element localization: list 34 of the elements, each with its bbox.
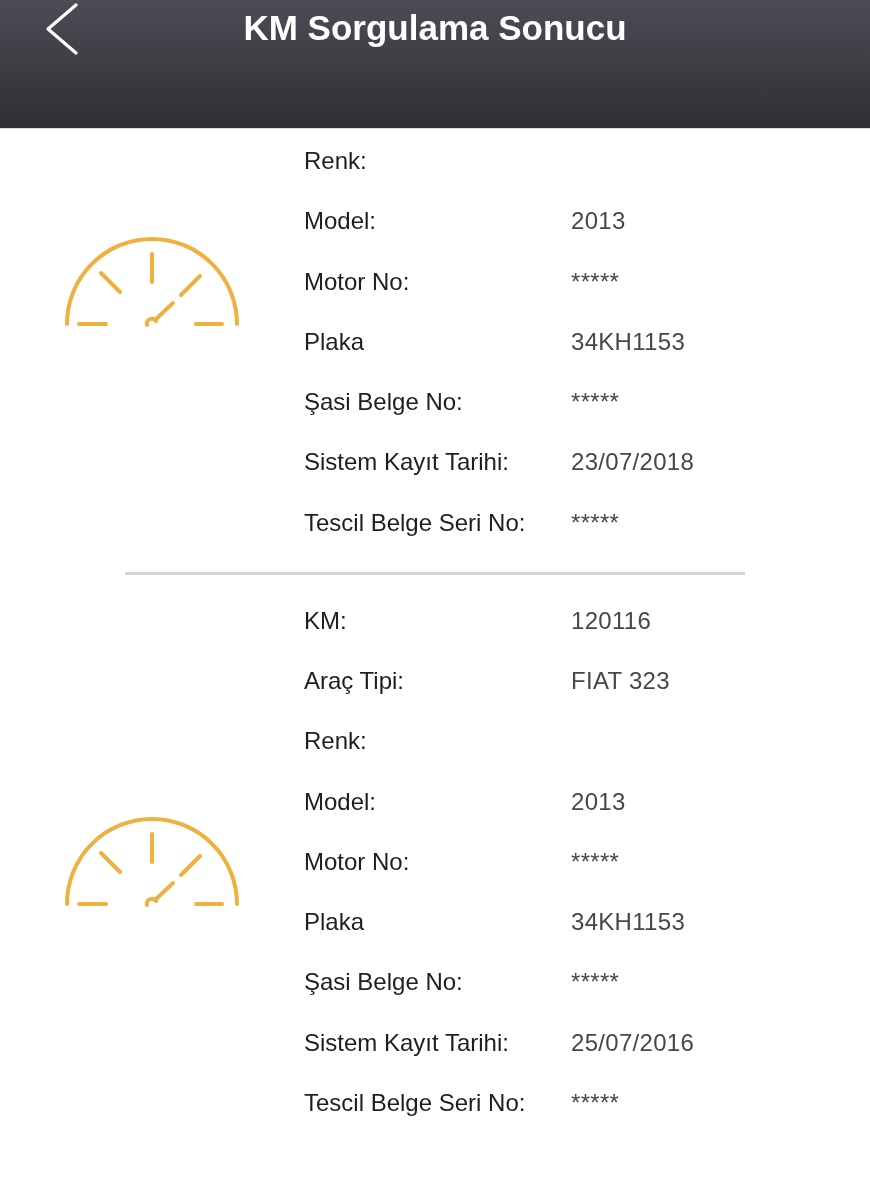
field-value: 34KH1153 [571, 908, 686, 937]
field-label: Motor No: [304, 847, 410, 876]
field-label: Sistem Kayıt Tarihi: [304, 448, 509, 477]
field-label: Araç Tipi: [304, 667, 405, 696]
field-label: Renk: [304, 147, 367, 176]
field-label: KM: [304, 606, 347, 635]
field-value: FIAT 323 [571, 667, 670, 696]
field-label: Şasi Belge No: [304, 968, 463, 997]
field-label: Tescil Belge Seri No: [304, 1088, 526, 1117]
field-label: Plaka [304, 908, 365, 937]
field-value: 25/07/2016 [571, 1028, 695, 1057]
field-label: Sistem Kayıt Tarihi: [304, 1028, 509, 1057]
field-value: 2013 [571, 207, 626, 236]
field-value: ***** [571, 267, 620, 296]
speedometer-icon [64, 236, 240, 328]
field-value: 120116 [571, 606, 652, 635]
field-label: Renk: [304, 727, 367, 756]
field-label: Plaka [304, 327, 365, 356]
field-value: 23/07/2018 [571, 448, 695, 477]
field-value: 34KH1153 [571, 327, 686, 356]
field-value: ***** [571, 388, 620, 417]
back-icon [46, 3, 78, 55]
field-label: Model: [304, 787, 377, 816]
speedometer-icon [64, 816, 240, 908]
field-value: ***** [571, 1088, 620, 1117]
page-title: KM Sorgulama Sonucu [243, 7, 627, 49]
field-label: Tescil Belge Seri No: [304, 508, 526, 537]
field-value: 2013 [571, 787, 626, 816]
field-label: Şasi Belge No: [304, 388, 463, 417]
field-value: ***** [571, 968, 620, 997]
field-label: Model: [304, 207, 377, 236]
field-value: ***** [571, 508, 620, 537]
field-value: ***** [571, 847, 620, 876]
field-label: Motor No: [304, 267, 410, 296]
